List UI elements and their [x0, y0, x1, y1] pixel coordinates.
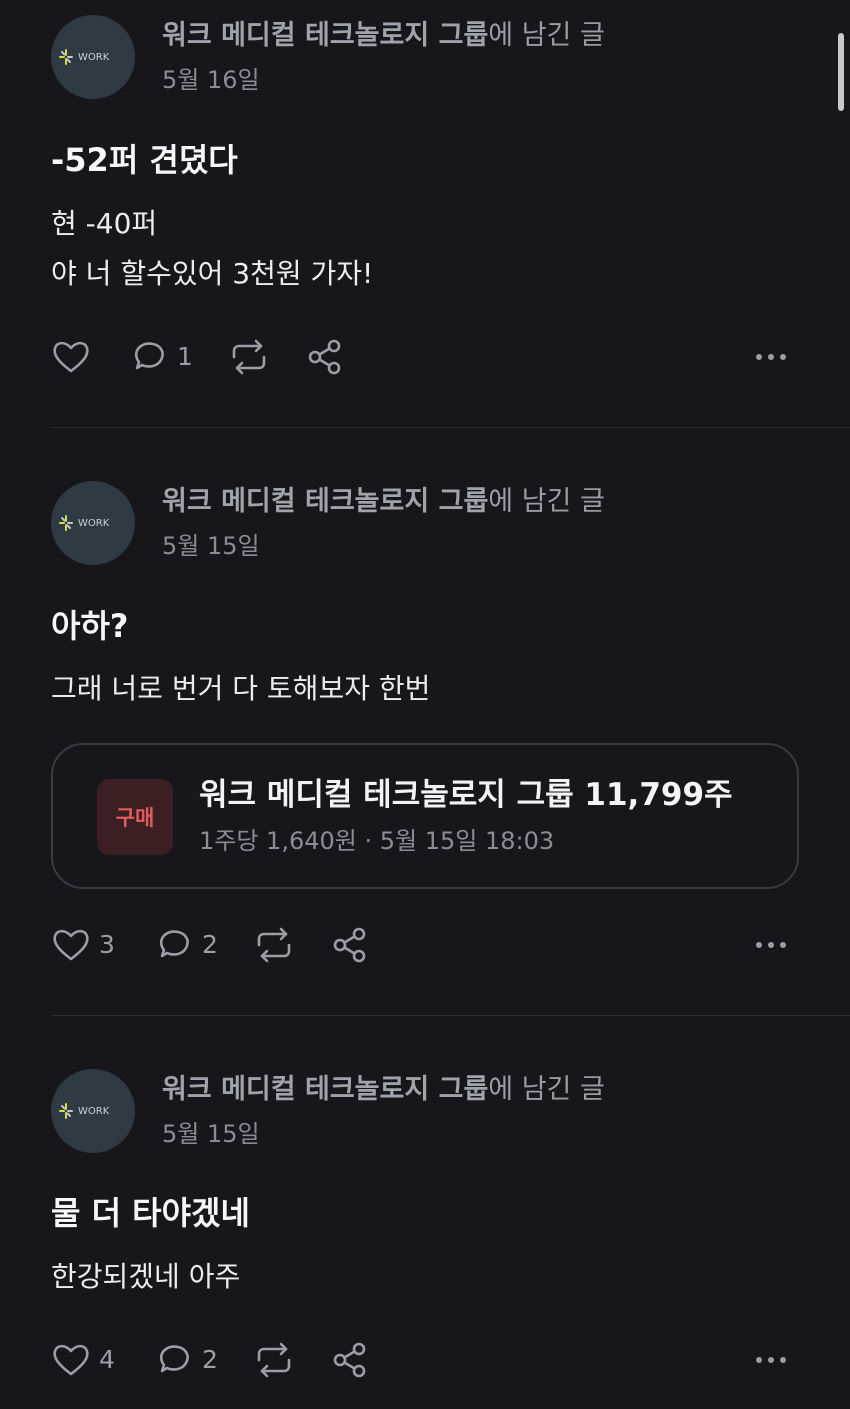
comment-icon [159, 930, 189, 958]
post-title: -52퍼 견뎠다 [51, 141, 238, 179]
post-meta: 워크 메디컬 테크놀로지 그룹에 남긴 글 [162, 485, 605, 519]
meta-suffix: 에 남긴 글 [488, 486, 605, 517]
more-button[interactable] [747, 925, 795, 965]
post-divider [51, 427, 850, 428]
group-avatar[interactable]: WORK [51, 1069, 135, 1153]
share-button[interactable] [330, 925, 370, 965]
repost-icon [257, 1342, 291, 1378]
like-count: 3 [99, 930, 115, 959]
post-body-line: 그래 너로 번거 다 토해보자 한번 [51, 672, 431, 705]
work-logo-icon: WORK [59, 49, 110, 65]
post-date: 5월 16일 [162, 66, 260, 94]
group-avatar[interactable]: WORK [51, 481, 135, 565]
comment-icon [159, 1345, 189, 1373]
group-name-link[interactable]: 워크 메디컬 테크놀로지 그룹 [162, 1074, 488, 1105]
post-meta: 워크 메디컬 테크놀로지 그룹에 남긴 글 [162, 1073, 605, 1107]
comment-count: 1 [177, 342, 193, 371]
share-icon [333, 1342, 366, 1378]
comment-button[interactable]: 2 [154, 1340, 218, 1380]
group-name-link[interactable]: 워크 메디컬 테크놀로지 그룹 [162, 20, 488, 51]
share-button[interactable] [305, 337, 345, 377]
post-meta: 워크 메디컬 테크놀로지 그룹에 남긴 글 [162, 19, 605, 53]
post-body-line: 한강되겠네 아주 [51, 1260, 241, 1293]
comment-icon [134, 342, 164, 370]
more-button[interactable] [747, 1340, 795, 1380]
like-button[interactable]: 3 [51, 925, 115, 965]
feed: WORK 워크 메디컬 테크놀로지 그룹에 남긴 글 5월 16일 -52퍼 견… [0, 0, 850, 1409]
post-body-line: 야 너 할수있어 3천원 가자! [51, 257, 374, 290]
action-bar: 1 [51, 337, 811, 377]
comment-count: 2 [202, 930, 218, 959]
comment-button[interactable]: 2 [154, 925, 218, 965]
work-logo-icon: WORK [59, 1103, 110, 1119]
share-icon [333, 927, 366, 963]
share-icon [308, 339, 341, 375]
like-count: 4 [99, 1345, 115, 1374]
meta-suffix: 에 남긴 글 [488, 20, 605, 51]
repost-icon [232, 339, 266, 375]
heart-icon [53, 341, 89, 373]
post-title: 아하? [51, 607, 129, 645]
like-button[interactable] [51, 337, 99, 377]
post-body-line: 현 -40퍼 [51, 207, 158, 240]
scrollbar[interactable] [838, 33, 844, 111]
share-button[interactable] [330, 1340, 370, 1380]
trade-detail: 1주당 1,640원 · 5월 15일 18:03 [199, 827, 555, 855]
action-bar: 3 2 [51, 925, 811, 965]
heart-icon [53, 1344, 89, 1376]
post-title: 물 더 타야겠네 [51, 1194, 250, 1232]
group-avatar[interactable]: WORK [51, 15, 135, 99]
repost-icon [257, 927, 291, 963]
more-icon [756, 354, 786, 360]
group-name-link[interactable]: 워크 메디컬 테크놀로지 그룹 [162, 486, 488, 517]
trade-title: 워크 메디컬 테크놀로지 그룹 11,799주 [199, 777, 733, 813]
more-icon [756, 942, 786, 948]
svg-text:WORK: WORK [78, 52, 110, 63]
more-icon [756, 1357, 786, 1363]
work-logo-icon: WORK [59, 515, 110, 531]
meta-suffix: 에 남긴 글 [488, 1074, 605, 1105]
like-button[interactable]: 4 [51, 1340, 115, 1380]
trade-card[interactable]: 구매 워크 메디컬 테크놀로지 그룹 11,799주 1주당 1,640원 · … [51, 743, 799, 889]
comment-button[interactable]: 1 [129, 337, 193, 377]
comment-count: 2 [202, 1345, 218, 1374]
post-date: 5월 15일 [162, 1120, 260, 1148]
post-date: 5월 15일 [162, 532, 260, 560]
more-button[interactable] [747, 337, 795, 377]
buy-badge: 구매 [97, 779, 173, 855]
repost-button[interactable] [253, 1340, 295, 1380]
svg-text:WORK: WORK [78, 518, 110, 529]
post-divider [51, 1015, 850, 1016]
action-bar: 4 2 [51, 1340, 811, 1380]
svg-text:WORK: WORK [78, 1106, 110, 1117]
repost-button[interactable] [253, 925, 295, 965]
heart-icon [53, 929, 89, 961]
repost-button[interactable] [228, 337, 270, 377]
